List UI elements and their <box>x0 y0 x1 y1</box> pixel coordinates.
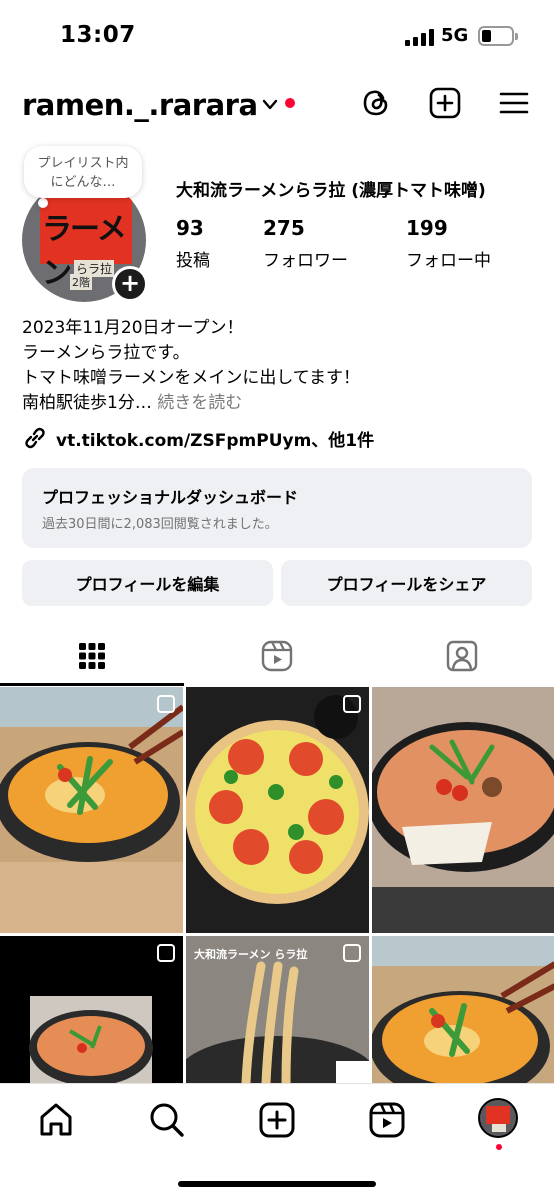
note-bubble[interactable]: プレイリスト内にどんな… <box>24 146 142 198</box>
tab-reels[interactable] <box>185 625 369 687</box>
status-time: 13:07 <box>60 22 136 48</box>
stat-followers-label: フォロワー <box>263 251 348 271</box>
dashboard-subtitle: 過去30日間に2,083回閲覧されました。 <box>42 517 278 532</box>
multi-image-icon <box>157 944 175 962</box>
share-profile-button[interactable]: プロフィールをシェア <box>281 560 532 606</box>
reels-icon <box>261 640 293 672</box>
menu-icon[interactable] <box>497 86 531 120</box>
stat-following[interactable]: 199 フォロー中 <box>406 216 491 271</box>
account-username[interactable]: ramen._.rarara <box>22 88 258 122</box>
tab-posts-grid[interactable] <box>0 625 184 687</box>
link-icon <box>25 427 45 449</box>
edit-profile-button[interactable]: プロフィールを編集 <box>22 560 273 606</box>
reels-nav-icon[interactable] <box>367 1100 407 1140</box>
multi-image-icon <box>343 695 361 713</box>
home-icon[interactable] <box>36 1100 76 1140</box>
bio-line: ラーメンらラ拉です。 <box>22 343 190 363</box>
post-overlay-text: 大和流ラーメン らラ拉 <box>194 948 308 961</box>
signal-icon <box>405 28 435 46</box>
profile-link[interactable]: vt.tiktok.com/ZSFpmPUym、他1件 <box>22 424 374 452</box>
profile-avatar-mini <box>480 1100 516 1136</box>
ramen-framed-photo <box>0 936 183 1083</box>
bio-line: 南柏駅徒歩1分… <box>22 393 152 413</box>
note-bubble-tail <box>38 198 48 208</box>
post-thumbnail[interactable] <box>372 936 554 1083</box>
content-tabs <box>0 625 554 687</box>
network-label: 5G <box>441 25 469 46</box>
search-icon[interactable] <box>147 1100 187 1140</box>
battery-icon <box>478 26 518 46</box>
stat-posts[interactable]: 93 投稿 <box>176 216 210 271</box>
post-thumbnail[interactable] <box>0 936 183 1083</box>
bio-more-link[interactable]: 続きを読む <box>157 393 242 413</box>
post-grid: 大和流ラーメン らラ拉 <box>0 687 554 1083</box>
post-thumbnail[interactable] <box>0 687 183 933</box>
ramen-photo <box>0 687 183 933</box>
post-thumbnail[interactable]: 大和流ラーメン らラ拉 <box>186 936 369 1083</box>
profile-nav-avatar[interactable] <box>478 1098 518 1138</box>
stat-following-value: 199 <box>406 216 448 240</box>
status-bar: 13:07 5G <box>0 0 554 70</box>
bio-line: トマト味噌ラーメンをメインに出してます！ <box>22 368 360 388</box>
stat-following-label: フォロー中 <box>406 251 491 271</box>
stat-posts-value: 93 <box>176 216 204 240</box>
home-indicator <box>178 1181 376 1187</box>
active-tab-indicator <box>0 683 184 686</box>
stat-followers[interactable]: 275 フォロワー <box>263 216 348 271</box>
avatar-art-line2: 2階 <box>70 274 92 290</box>
threads-icon[interactable] <box>359 86 393 120</box>
post-thumbnail[interactable] <box>372 687 554 933</box>
ramen-cheese-photo <box>372 687 554 933</box>
create-icon[interactable] <box>257 1100 297 1140</box>
display-name: 大和流ラーメンらラ拉 (濃厚トマト味噌) <box>176 181 486 201</box>
grid-icon <box>79 643 105 669</box>
dashboard-title: プロフェッショナルダッシュボード <box>42 488 299 507</box>
professional-dashboard[interactable]: プロフェッショナルダッシュボード 過去30日間に2,083回閲覧されました。 <box>22 468 532 548</box>
bio: 2023年11月20日オープン！ ラーメンらラ拉です。 トマト味噌ラーメンをメイ… <box>22 316 360 416</box>
chevron-down-icon[interactable] <box>262 98 278 112</box>
stat-posts-label: 投稿 <box>176 251 210 271</box>
tagged-person-icon <box>446 640 478 672</box>
ramen-chopsticks-photo <box>372 936 554 1083</box>
add-story-button[interactable]: + <box>112 266 148 302</box>
multi-image-icon <box>157 695 175 713</box>
link-text: vt.tiktok.com/ZSFpmPUym、他1件 <box>56 430 375 451</box>
bio-line: 2023年11月20日オープン！ <box>22 318 244 338</box>
create-post-icon[interactable] <box>428 86 462 120</box>
stat-followers-value: 275 <box>263 216 305 240</box>
profile-header: ramen._.rarara <box>0 80 554 130</box>
tab-tagged[interactable] <box>370 625 554 687</box>
profile-notification-dot <box>496 1144 502 1150</box>
pizza-photo <box>186 687 369 933</box>
post-thumbnail[interactable] <box>186 687 369 933</box>
multi-image-icon <box>343 944 361 962</box>
notification-dot <box>285 98 295 108</box>
